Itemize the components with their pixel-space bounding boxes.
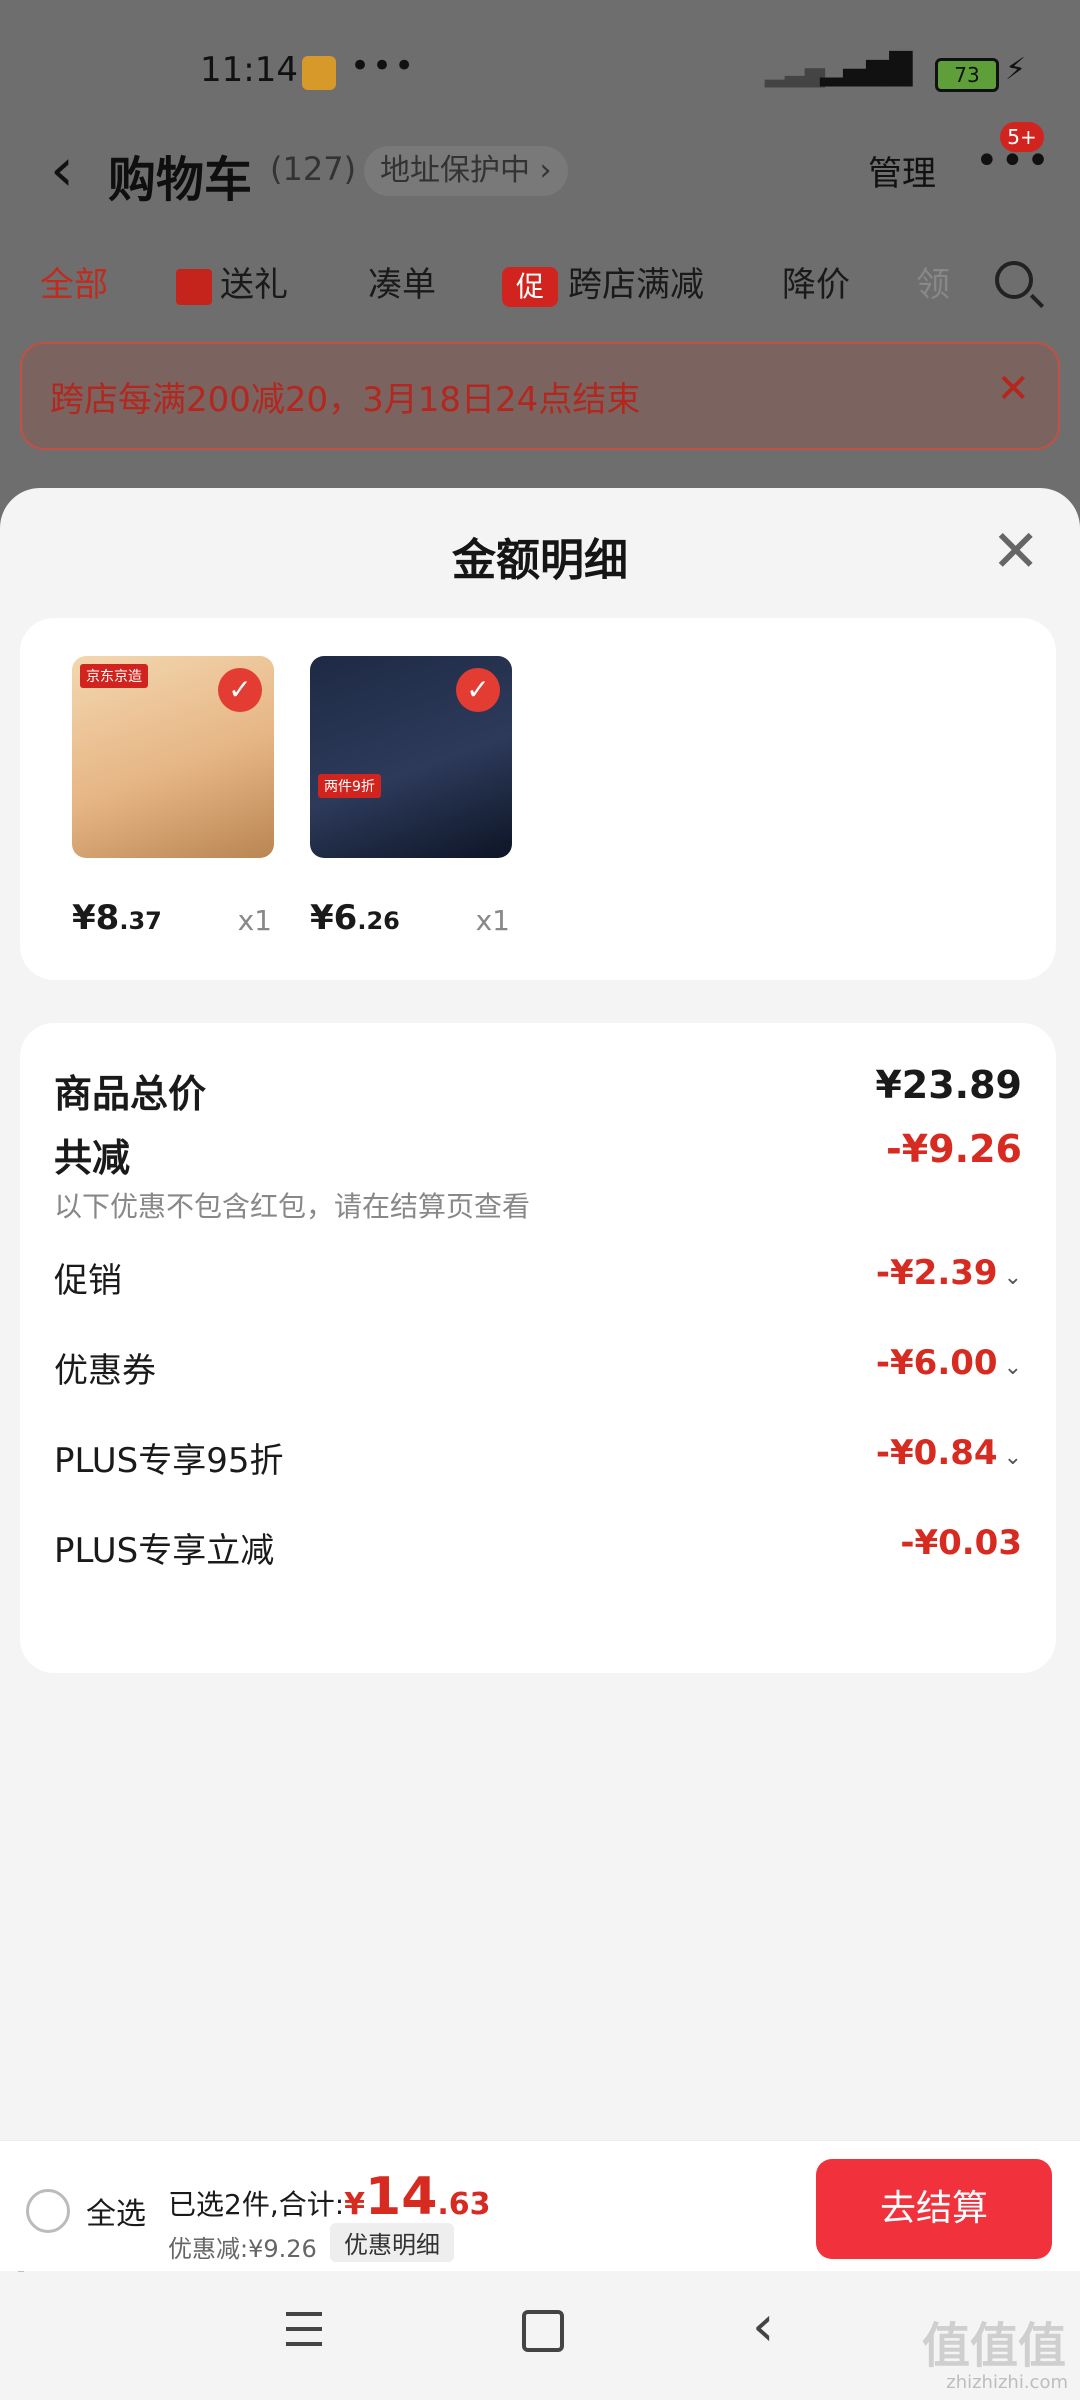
coupon-row-value: -¥6.00 (875, 1343, 998, 1383)
search-icon[interactable] (995, 261, 1033, 299)
checked-icon: ✓ (456, 668, 500, 712)
signal-weak-icon: ▂▃▅ (765, 58, 825, 88)
product-item[interactable]: 两件9折 ✓ ¥6.26 x1 (310, 656, 514, 938)
product-item[interactable]: 京东京造 ✓ ¥8.37 x1 (72, 656, 276, 938)
watermark-url: zhizhizhi.com (946, 2372, 1068, 2393)
tab-cross-store-label: 跨店满减 (568, 265, 704, 305)
checked-icon: ✓ (218, 668, 262, 712)
manage-button[interactable]: 管理 (868, 146, 936, 195)
tab-all[interactable]: 全部 (40, 255, 108, 315)
discount-detail-button[interactable]: 优惠明细 (330, 2223, 454, 2262)
menu-icon[interactable] (286, 2312, 322, 2346)
cart-count: (127) (270, 150, 357, 188)
watermark: 值值值 (921, 2318, 1066, 2374)
selected-summary: 已选2件,合计:¥14.63 (168, 2167, 491, 2227)
back-icon[interactable]: ‹ (752, 2294, 774, 2359)
home-icon[interactable] (522, 2310, 564, 2352)
total-value: ¥23.89 (875, 1063, 1022, 1107)
tab-cross-store[interactable]: 促跨店满减 (502, 255, 704, 315)
chevron-down-icon: ⌄ (1003, 1445, 1022, 1470)
filter-tabs: 全部 送礼 凑单 促跨店满减 降价 领 (40, 255, 1040, 315)
sheet-close-icon[interactable]: ✕ (991, 522, 1040, 580)
total-currency: ¥ (344, 2187, 366, 2222)
total-decimal: .63 (437, 2187, 491, 2222)
notification-badge: 5+ (1000, 122, 1044, 152)
checkout-button[interactable]: 去结算 (816, 2159, 1052, 2259)
reduce-label: 共减 (54, 1136, 131, 1180)
reduce-value: -¥9.26 (886, 1127, 1022, 1171)
tab-bundle[interactable]: 凑单 (368, 255, 436, 315)
gift-icon (176, 268, 212, 305)
product-qty: x1 (475, 904, 510, 937)
coupon-row-label: 优惠券 (54, 1351, 156, 1391)
total-label: 商品总价 (54, 1072, 207, 1116)
tab-partial[interactable]: 领 (916, 255, 950, 315)
back-button[interactable]: ‹ (50, 130, 74, 210)
promo-tag-icon: 促 (502, 266, 558, 307)
select-all-radio[interactable] (26, 2189, 70, 2233)
battery-icon: 73 (935, 58, 999, 92)
checkout-bar: 全选 已选2件,合计:¥14.63 优惠减:¥9.26 优惠明细 去结算 (0, 2140, 1080, 2271)
promo-row-value: -¥2.39 (875, 1253, 998, 1293)
wifi-icon: ◔ (880, 50, 910, 90)
system-nav-bar: ‹ 值值值 zhizhizhi.com (0, 2272, 1080, 2400)
sheet-title: 金额明细 (452, 535, 628, 586)
product-price: ¥8.37 (72, 898, 162, 938)
coupon-row[interactable]: -¥6.00 ⌄ (876, 1343, 1022, 1383)
discount-hint: 以下优惠不包含红包，请在结算页查看 (54, 1190, 531, 1223)
charging-icon: ⚡ (1005, 52, 1027, 87)
tab-gift-label: 送礼 (220, 265, 288, 305)
plus-discount-row[interactable]: -¥0.84 ⌄ (876, 1433, 1022, 1473)
amount-detail-sheet: 金额明细 ✕ 京东京造 ✓ ¥8.37 x1 两件9折 ✓ ¥6.26 x1 商… (0, 488, 1080, 2400)
status-more-icon: ••• (350, 46, 417, 86)
close-icon[interactable]: ✕ (996, 366, 1030, 412)
page-title: 购物车 (108, 152, 253, 208)
tab-price-drop[interactable]: 降价 (782, 255, 850, 315)
product-image[interactable]: 京东京造 ✓ (72, 656, 274, 858)
promo-row-label: 促销 (54, 1261, 122, 1301)
tab-gift[interactable]: 送礼 (176, 255, 288, 315)
chevron-down-icon: ⌄ (1003, 1355, 1022, 1380)
status-time: 11:14 (200, 50, 298, 90)
note-app-icon (302, 56, 336, 90)
product-card: 京东京造 ✓ ¥8.37 x1 两件9折 ✓ ¥6.26 x1 (20, 618, 1056, 980)
chevron-down-icon: ⌄ (1003, 1265, 1022, 1290)
product-brand-label: 京东京造 (80, 664, 148, 688)
cart-header: ‹ 购物车 (127) 地址保护中 › 管理 ••• 5+ (0, 122, 1080, 210)
product-image[interactable]: 两件9折 ✓ (310, 656, 512, 858)
plus-discount-row-label: PLUS专享95折 (54, 1441, 284, 1481)
promo-row[interactable]: -¥2.39 ⌄ (876, 1253, 1022, 1293)
promo-banner: 跨店每满200减20，3月18日24点结束 ✕ (20, 342, 1060, 450)
price-breakdown-card: 商品总价 ¥23.89 共减 -¥9.26 以下优惠不包含红包，请在结算页查看 … (20, 1023, 1056, 1673)
product-price: ¥6.26 (310, 898, 400, 938)
product-qty: x1 (237, 904, 272, 937)
product-promo-label: 两件9折 (318, 774, 381, 798)
discount-amount: 优惠减:¥9.26 (168, 2235, 317, 2263)
total-integer: 14 (365, 2167, 438, 2227)
plus-reduce-row-value: -¥0.03 (900, 1523, 1022, 1563)
select-all-label[interactable]: 全选 (86, 2189, 146, 2233)
status-bar: 11:14 ••• ▂▃▅ ▂▄▆█ ◔ 73 ⚡ (0, 40, 1080, 110)
plus-reduce-row-label: PLUS专享立减 (54, 1531, 275, 1571)
address-protect-link[interactable]: 地址保护中 › (364, 146, 568, 196)
promo-banner-text: 跨店每满200减20，3月18日24点结束 (50, 380, 641, 420)
product-price-row: ¥8.37 x1 (72, 898, 276, 938)
plus-discount-row-value: -¥0.84 (875, 1433, 998, 1473)
product-price-row: ¥6.26 x1 (310, 898, 514, 938)
